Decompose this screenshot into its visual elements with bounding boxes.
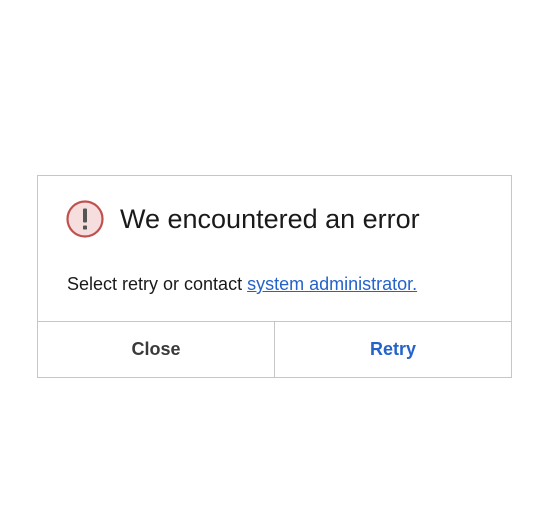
dialog-message-text: Select retry or contact — [67, 274, 248, 294]
retry-button[interactable]: Retry — [275, 322, 511, 377]
dialog-message: Select retry or contact system administr… — [67, 272, 417, 296]
dialog-footer: Close Retry — [38, 321, 511, 377]
close-button[interactable]: Close — [38, 322, 275, 377]
page: We encountered an error Select retry or … — [0, 0, 550, 525]
dialog-body: We encountered an error Select retry or … — [38, 176, 511, 323]
system-administrator-link[interactable]: system administrator. — [247, 274, 417, 294]
error-dialog: We encountered an error Select retry or … — [37, 175, 512, 378]
dialog-title: We encountered an error — [120, 204, 420, 234]
alert-exclamation-icon — [66, 200, 104, 238]
